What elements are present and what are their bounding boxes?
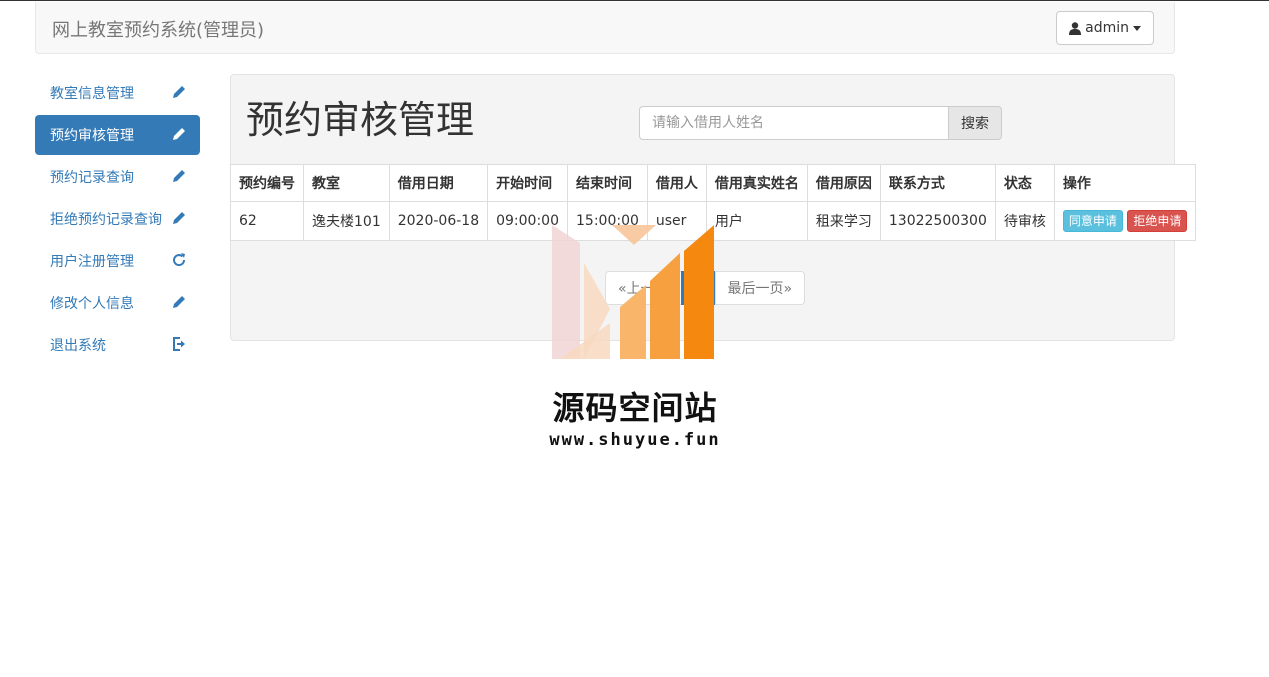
column-header: 操作 xyxy=(1053,164,1197,202)
sidebar-item-label: 退出系统 xyxy=(50,338,106,354)
cell-actions: 同意申请 拒绝申请 xyxy=(1053,201,1197,241)
column-header: 联系方式 xyxy=(879,164,996,202)
page-title: 预约审核管理 xyxy=(246,98,475,142)
column-header: 借用人 xyxy=(646,164,707,202)
sidebar-item-edit-profile[interactable]: 修改个人信息 xyxy=(35,283,200,323)
column-header: 借用真实姓名 xyxy=(705,164,808,202)
column-header: 结束时间 xyxy=(567,164,648,202)
cell-phone: 13022500300 xyxy=(879,201,996,241)
sidebar-item-label: 教室信息管理 xyxy=(50,86,134,102)
user-menu-button[interactable]: admin xyxy=(1056,11,1154,45)
column-header: 预约编号 xyxy=(230,164,304,202)
cell-date: 2020-06-18 xyxy=(388,201,489,241)
search-button[interactable]: 搜索 xyxy=(948,106,1002,140)
pencil-icon xyxy=(171,84,187,100)
column-header: 借用日期 xyxy=(388,164,489,202)
watermark-url: www.shuyue.fun xyxy=(549,430,721,450)
search-form: 搜索 xyxy=(639,106,1002,140)
cell-status: 待审核 xyxy=(994,201,1055,241)
search-input[interactable] xyxy=(639,106,948,140)
table-header-row: 预约编号 教室 借用日期 开始时间 结束时间 借用人 借用真实姓名 借用原因 联… xyxy=(230,164,1197,202)
sidebar-nav: 教室信息管理 预约审核管理 预约记录查询 拒绝预约记录查询 用户注册管理 修改个… xyxy=(35,73,200,367)
sidebar-item-label: 拒绝预约记录查询 xyxy=(50,212,162,228)
watermark-logo xyxy=(552,225,714,359)
user-icon xyxy=(1069,21,1082,35)
column-header: 教室 xyxy=(303,164,390,202)
sidebar-item-classroom-info[interactable]: 教室信息管理 xyxy=(35,73,200,113)
pencil-icon xyxy=(171,210,187,226)
logout-icon xyxy=(171,336,187,352)
column-header: 开始时间 xyxy=(487,164,568,202)
sidebar-item-reservation-review[interactable]: 预约审核管理 xyxy=(35,115,200,155)
pencil-icon xyxy=(171,126,187,142)
reject-button[interactable]: 拒绝申请 xyxy=(1127,209,1188,233)
cell-id: 62 xyxy=(230,201,304,241)
cell-reason: 租来学习 xyxy=(806,201,881,241)
column-header: 借用原因 xyxy=(806,164,881,202)
watermark: 源码空间站 www.shuyue.fun xyxy=(530,223,740,463)
cell-room: 逸夫楼101 xyxy=(303,201,390,241)
sidebar-item-reservation-records[interactable]: 预约记录查询 xyxy=(35,157,200,197)
refresh-icon xyxy=(171,252,187,268)
sidebar-item-user-registration[interactable]: 用户注册管理 xyxy=(35,241,200,281)
watermark-title: 源码空间站 xyxy=(552,389,718,427)
app-title[interactable]: 网上教室预约系统(管理员) xyxy=(52,16,264,42)
top-navbar: 网上教室预约系统(管理员) admin xyxy=(35,2,1175,54)
sidebar-item-label: 用户注册管理 xyxy=(50,254,134,270)
sidebar-item-label: 修改个人信息 xyxy=(50,296,134,312)
user-menu-label: admin xyxy=(1085,20,1129,36)
pencil-icon xyxy=(171,168,187,184)
sidebar-item-label: 预约审核管理 xyxy=(50,128,134,144)
approve-button[interactable]: 同意申请 xyxy=(1062,209,1123,233)
pencil-icon xyxy=(171,294,187,310)
sidebar-item-label: 预约记录查询 xyxy=(50,170,134,186)
sidebar-item-rejected-records[interactable]: 拒绝预约记录查询 xyxy=(35,199,200,239)
column-header: 状态 xyxy=(994,164,1055,202)
sidebar-item-logout[interactable]: 退出系统 xyxy=(35,325,200,365)
caret-down-icon xyxy=(1133,25,1141,31)
